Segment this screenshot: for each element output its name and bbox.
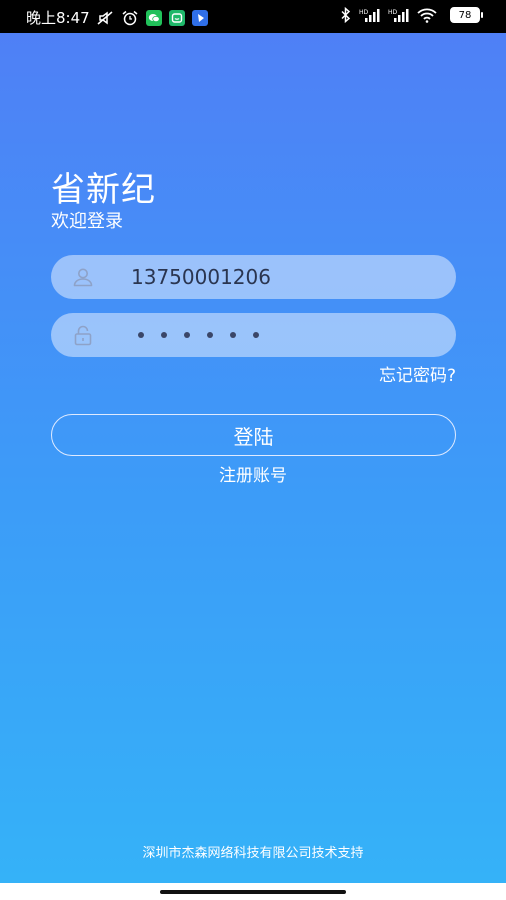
lock-icon xyxy=(72,324,94,346)
password-input[interactable] xyxy=(138,313,276,357)
signal-icon: HD xyxy=(359,7,381,23)
forgot-password-link[interactable]: 忘记密码? xyxy=(379,361,456,386)
user-icon xyxy=(72,266,94,288)
password-mask-dot xyxy=(253,332,259,338)
password-field[interactable] xyxy=(51,313,456,357)
battery-icon: 78 xyxy=(450,7,483,23)
username-input[interactable] xyxy=(131,255,441,299)
mute-icon xyxy=(96,10,114,26)
wifi-icon xyxy=(417,7,437,23)
username-field[interactable] xyxy=(51,255,456,299)
app-icon xyxy=(168,9,185,26)
alarm-icon xyxy=(121,10,139,26)
status-right: HD HD 78 xyxy=(340,7,483,23)
welcome-text: 欢迎登录 xyxy=(51,211,123,232)
main-content: 省新纪 欢迎登录 忘记密码? 登陆 xyxy=(0,33,506,883)
password-mask-dot xyxy=(184,332,190,338)
navigation-bar xyxy=(0,883,506,900)
status-time: 晚上8:47 xyxy=(26,9,90,27)
bluetooth-icon xyxy=(340,7,352,23)
status-left: 晚上8:47 xyxy=(26,7,215,28)
feishu-icon xyxy=(191,9,208,26)
password-mask-dot xyxy=(138,332,144,338)
password-mask-dot xyxy=(207,332,213,338)
footer-credit: 深圳市杰森网络科技有限公司技术支持 xyxy=(142,846,364,861)
password-mask-dot xyxy=(161,332,167,338)
wechat-icon xyxy=(145,9,162,26)
svg-text:HD: HD xyxy=(388,9,398,16)
password-mask-dot xyxy=(230,332,236,338)
login-screen: 晚上8:47 HD HD 78 省新纪 欢迎登录 13750001206 忘记密… xyxy=(0,0,506,900)
home-indicator[interactable] xyxy=(160,890,346,894)
register-label[interactable]: 注册账号 xyxy=(219,466,287,486)
app-title: 省新纪 xyxy=(51,170,156,210)
signal-icon: HD xyxy=(388,7,410,23)
status-bar: 晚上8:47 HD HD 78 xyxy=(0,0,506,33)
login-button[interactable]: 登陆 xyxy=(51,414,456,456)
svg-text:HD: HD xyxy=(359,9,369,16)
register-link[interactable]: 注册账号 xyxy=(0,461,506,486)
